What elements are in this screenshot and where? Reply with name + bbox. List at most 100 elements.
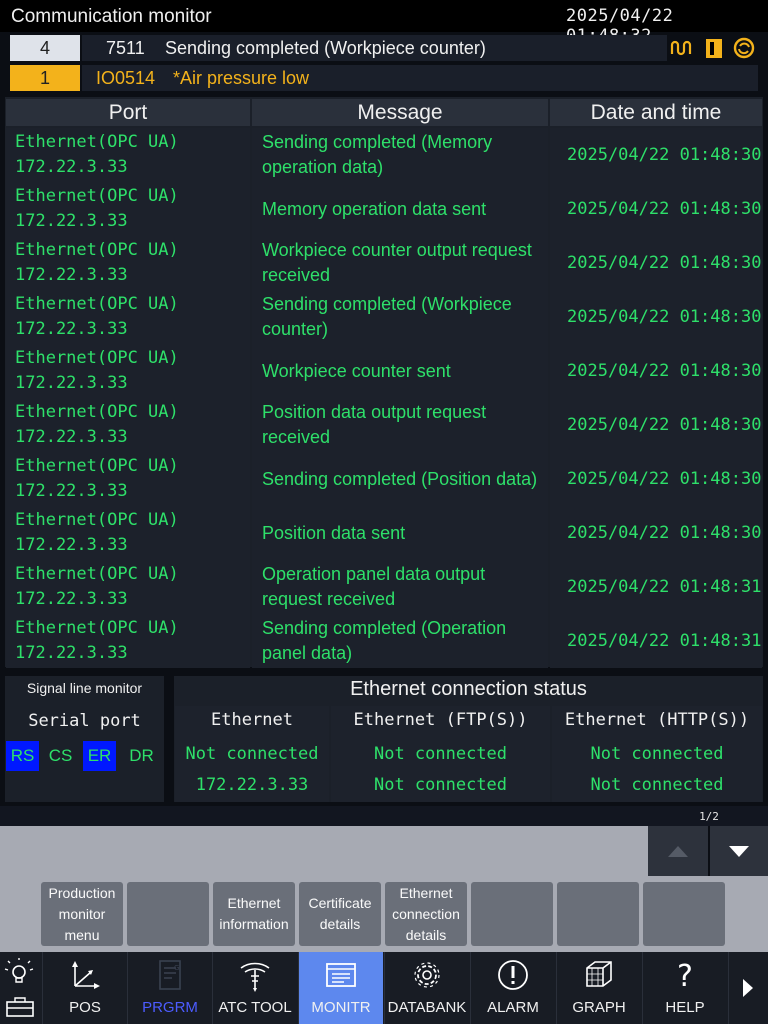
port-name: Ethernet(OPC UA) [15,294,179,314]
datetime-text: 2025/04/22 01:48:31 [567,577,762,597]
spindle-status-icon [733,37,755,59]
alarm-code: 7511 [106,38,145,58]
signal-rs-indicator: RS [6,741,39,771]
table-row[interactable]: Ethernet(OPC UA) 172.22.3.33 Position data… [6,506,762,560]
message-text: Sending completed (Position data) [262,468,538,489]
table-row[interactable]: Ethernet(OPC UA) 172.22.3.33 Memory operat… [6,182,762,236]
datetime-text: 2025/04/22 01:48:30 [567,307,762,327]
nav-help[interactable]: ? HELP [642,952,727,1024]
nav-databank[interactable]: DATABANK [384,952,469,1024]
port-address: 172.22.3.33 [15,373,128,393]
nav-atc-tool[interactable]: ATC TOOL [212,952,297,1024]
alarm-text: Sending completed (Workpiece counter) [165,38,486,58]
port-name: Ethernet(OPC UA) [15,618,179,638]
table-row[interactable]: Ethernet(OPC UA) 172.22.3.33 Operation pan… [6,560,762,614]
table-row[interactable]: Ethernet(OPC UA) 172.22.3.33 Sending compl… [6,290,762,344]
nav-label: DATABANK [387,999,467,1016]
ethernet-ftp-detail: Not connected [373,775,508,795]
triangle-down-icon [729,846,749,857]
nav-next-button[interactable] [728,952,768,1024]
table-row[interactable]: Ethernet(OPC UA) 172.22.3.33 Workpiece cou… [6,236,762,290]
nav-alarm[interactable]: ALARM [470,952,555,1024]
door-status-icon [706,39,722,58]
nav-label: ATC TOOL [218,999,292,1016]
message-text: Sending completed (Operation panel data) [262,618,507,663]
datetime-text: 2025/04/22 01:48:30 [567,145,762,165]
pager-strip [0,806,768,826]
datetime-cell: 2025/04/22 01:48:30 [550,290,762,344]
datetime-cell: 2025/04/22 01:48:30 [550,452,762,506]
softkey-ethernet-connection-details[interactable]: Ethernet connection details [385,882,467,946]
table-row[interactable]: Ethernet(OPC UA) 172.22.3.33 Workpiece cou… [6,344,762,398]
datetime-cell: 2025/04/22 01:48:30 [550,128,762,182]
page-indicator: 1/2 [699,810,719,823]
nav-label: MONITR [311,999,371,1016]
message-cell: Sending completed (Position data) [252,452,548,506]
table-row[interactable]: Ethernet(OPC UA) 172.22.3.33 Sending compl… [6,452,762,506]
column-header-port: Port [6,99,250,126]
alarm-count-badge[interactable]: 1 [10,65,80,91]
message-text: Workpiece counter sent [262,360,451,381]
ethernet-status: Not connected [185,744,319,764]
ethernet-ftp-header: Ethernet (FTP(S)) [353,710,528,730]
port-cell: Ethernet(OPC UA) 172.22.3.33 [6,290,250,344]
lamp-toolbox-icon [4,958,34,1017]
softkey-empty[interactable] [127,882,209,946]
cube-icon [586,961,612,987]
port-name: Ethernet(OPC UA) [15,348,179,368]
port-address: 172.22.3.33 [15,427,128,447]
datetime-cell: 2025/04/22 01:48:31 [550,560,762,614]
port-address: 172.22.3.33 [15,481,128,501]
ethernet-http-header: Ethernet (HTTP(S)) [564,710,750,730]
port-cell: Ethernet(OPC UA) 172.22.3.33 [6,128,250,182]
softkey-ethernet-information[interactable]: Ethernet information [213,882,295,946]
message-cell: Workpiece counter sent [252,344,548,398]
nav-label: HELP [665,999,705,1016]
datetime-text: 2025/04/22 01:48:30 [567,523,762,543]
datetime-cell: 2025/04/22 01:48:30 [550,506,762,560]
page-up-button[interactable] [648,826,708,876]
ethernet-status-title: Ethernet connection status [350,678,587,700]
message-cell: Position data sent [252,506,548,560]
table-row[interactable]: Ethernet(OPC UA) 172.22.3.33 Sending compl… [6,614,762,668]
ethernet-ftp-status: Not connected [373,744,508,764]
table-row[interactable]: Ethernet(OPC UA) 172.22.3.33 Sending compl… [6,128,762,182]
softkey-certificate-details[interactable]: Certificate details [299,882,381,946]
datetime-cell: 2025/04/22 01:48:30 [550,182,762,236]
column-header-message: Message [252,99,548,126]
softkey-empty[interactable] [471,882,553,946]
softkey-empty[interactable] [557,882,639,946]
nav-prgrm[interactable]: G PRGRM [127,952,212,1024]
nav-pos[interactable]: POS [42,952,127,1024]
datetime-text: 2025/04/22 01:48:30 [567,469,762,489]
signal-wave-icon [670,40,692,56]
softkey-production-monitor-menu[interactable]: Production monitor menu [41,882,123,946]
ethernet-address: 172.22.3.33 [195,775,309,795]
datetime-text: 2025/04/22 01:48:30 [567,199,762,219]
nav-monitr[interactable]: MONITR [298,952,383,1024]
message-cell: Sending completed (Workpiece counter) [252,290,548,344]
alarm-icon [498,960,528,990]
alarm-count-badge[interactable]: 4 [10,35,80,61]
triangle-up-icon [668,846,688,857]
page-down-button[interactable] [710,826,768,876]
port-cell: Ethernet(OPC UA) 172.22.3.33 [6,344,250,398]
nav-lamp-toolbox[interactable] [0,952,42,1024]
softkey-empty[interactable] [643,882,725,946]
table-row[interactable]: Ethernet(OPC UA) 172.22.3.33 Position data… [6,398,762,452]
message-text: Sending completed (Memory operation data… [262,132,493,177]
message-text: Position data output request received [262,402,487,447]
svg-text:?: ? [677,959,693,992]
port-cell: Ethernet(OPC UA) 172.22.3.33 [6,452,250,506]
svg-text:G: G [174,964,179,972]
port-cell: Ethernet(OPC UA) 172.22.3.33 [6,614,250,668]
nav-graph[interactable]: GRAPH [556,952,641,1024]
port-name: Ethernet(OPC UA) [15,132,179,152]
message-cell: Position data output request received [252,398,548,452]
message-text: Workpiece counter output request receive… [262,240,532,285]
message-text: Sending completed (Workpiece counter) [262,294,512,339]
help-icon: ? [677,959,693,992]
port-name: Ethernet(OPC UA) [15,564,179,584]
port-name: Ethernet(OPC UA) [15,510,179,530]
monitor-icon [326,963,356,987]
